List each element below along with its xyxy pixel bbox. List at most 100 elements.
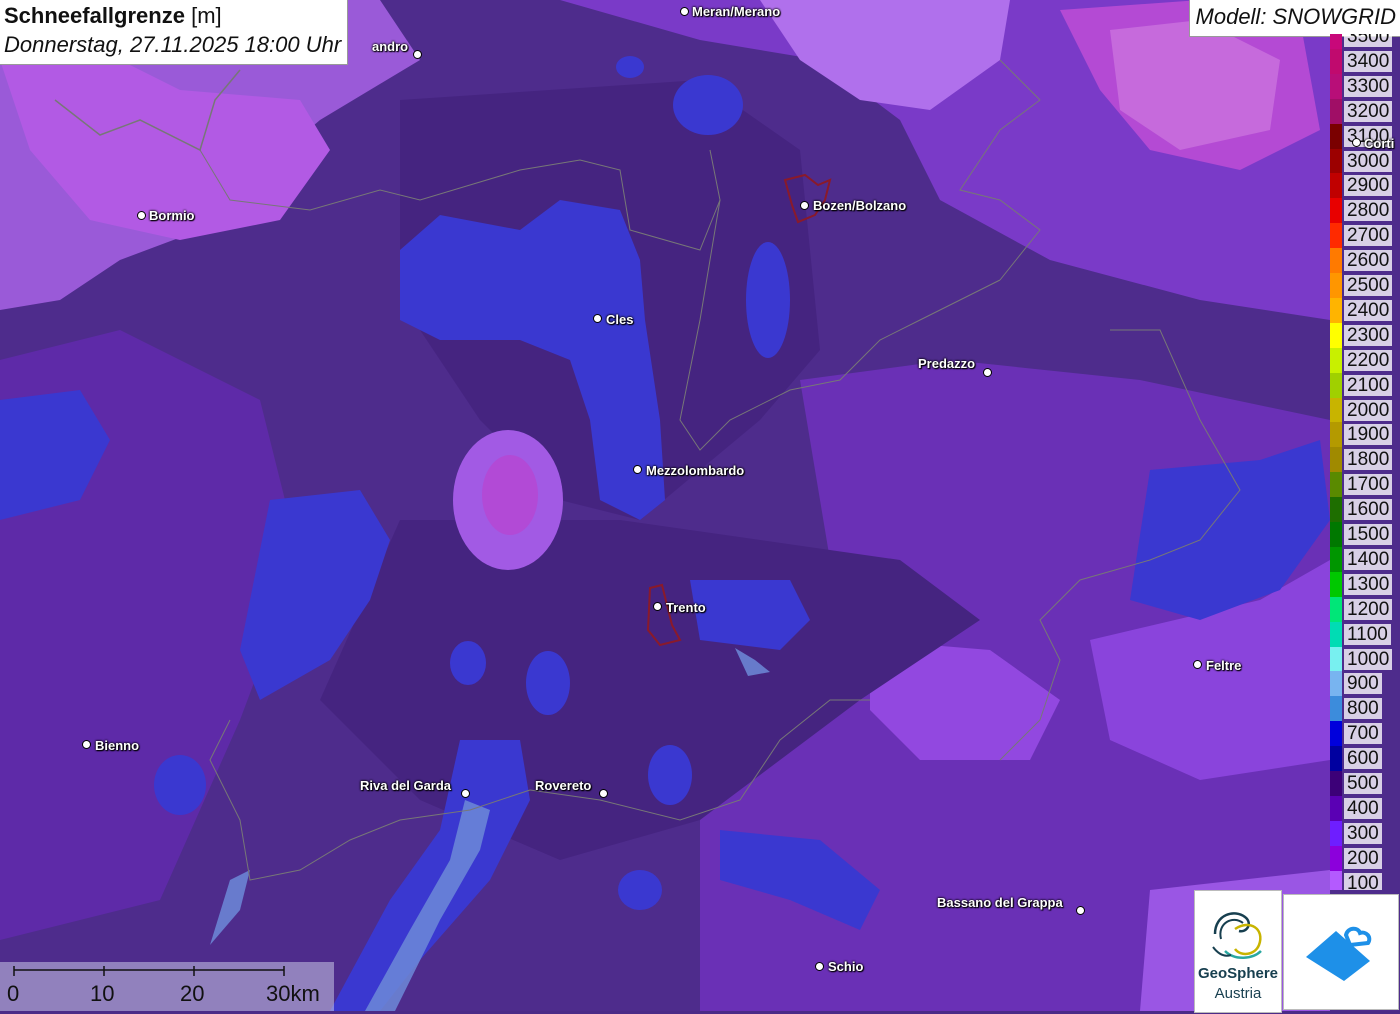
legend-label: 1900	[1344, 424, 1393, 446]
legend-swatch	[1330, 248, 1342, 274]
legend-swatch	[1330, 123, 1342, 149]
title-parameter: Schneefallgrenze	[4, 3, 185, 28]
legend-swatch	[1330, 646, 1342, 672]
legend-entry: 900	[1328, 671, 1400, 697]
legend-swatch	[1330, 522, 1342, 547]
city-marker[interactable]	[1076, 906, 1085, 915]
legend-swatch	[1330, 447, 1342, 473]
legend-label: 2800	[1344, 200, 1393, 222]
city-label[interactable]: Meran/Merano	[692, 4, 780, 19]
legend-swatch	[1330, 34, 1342, 49]
city-label[interactable]: Rovereto	[535, 778, 591, 793]
legend-swatch	[1330, 571, 1342, 597]
legend-entry: 2900	[1328, 173, 1400, 199]
legend-swatch	[1330, 273, 1342, 298]
legend-label: 300	[1344, 822, 1382, 844]
legend-entry: 600	[1328, 746, 1400, 772]
city-marker[interactable]	[653, 602, 662, 611]
city-label[interactable]: Riva del Garda	[360, 778, 451, 793]
partner-logo[interactable]	[1283, 894, 1399, 1010]
legend-entry: 1800	[1328, 447, 1400, 473]
scale-label: 10	[90, 981, 115, 1006]
legend-label: 200	[1344, 847, 1382, 869]
legend-swatch	[1330, 546, 1342, 572]
city-marker[interactable]	[1352, 138, 1361, 147]
legend-label: 3200	[1344, 100, 1393, 122]
legend-swatch	[1330, 73, 1342, 99]
legend-swatch	[1330, 198, 1342, 224]
legend-swatch	[1330, 297, 1342, 323]
city-label[interactable]: Predazzo	[918, 356, 975, 371]
city-marker[interactable]	[137, 211, 146, 220]
legend-label: 700	[1344, 723, 1382, 745]
legend-entry: 1700	[1328, 472, 1400, 498]
legend-entry: 2800	[1328, 198, 1400, 224]
legend-swatch	[1330, 397, 1342, 423]
title-unit: [m]	[191, 3, 222, 28]
legend-label: 2400	[1344, 299, 1393, 321]
legend-entry: 1400	[1328, 546, 1400, 572]
scale-label: 20	[180, 981, 205, 1006]
city-label[interactable]: Bozen/Bolzano	[813, 198, 906, 213]
legend-label: 3500	[1344, 34, 1393, 47]
map-datetime: Donnerstag, 27.11.2025 18:00 Uhr	[4, 32, 342, 57]
city-marker[interactable]	[599, 789, 608, 798]
city-marker[interactable]	[1193, 660, 1202, 669]
legend-entry: 3400	[1328, 48, 1400, 74]
geosphere-austria-logo[interactable]: GeoSphere Austria	[1194, 890, 1282, 1013]
legend-swatch	[1330, 472, 1342, 498]
legend-label: 1800	[1344, 449, 1393, 471]
city-marker[interactable]	[633, 465, 642, 474]
map-region-blue	[526, 651, 570, 715]
city-marker[interactable]	[413, 50, 422, 59]
legend-swatch	[1330, 771, 1342, 796]
legend-swatch	[1330, 721, 1342, 747]
city-label[interactable]: Schio	[828, 959, 863, 974]
legend-label: 500	[1344, 773, 1382, 794]
city-label[interactable]: andro	[372, 39, 408, 54]
legend-label: 2900	[1344, 175, 1393, 197]
city-marker[interactable]	[593, 314, 602, 323]
scale-label: 30km	[266, 981, 320, 1006]
legend-entry: 3300	[1328, 73, 1400, 99]
legend-swatch	[1330, 845, 1342, 871]
legend-label: 3400	[1344, 50, 1393, 72]
model-label: Modell: SNOWGRID	[1188, 0, 1400, 37]
map-region-blue	[450, 641, 486, 685]
geosphere-logo-line2: Austria	[1214, 985, 1262, 1002]
city-label[interactable]: Trento	[666, 600, 706, 615]
city-marker[interactable]	[82, 740, 91, 749]
legend-entry: 500	[1328, 771, 1400, 796]
legend-swatch	[1330, 148, 1342, 174]
legend-swatch	[1330, 372, 1342, 398]
snowfall-limit-map[interactable]	[0, 0, 1400, 1011]
map-region-blue	[673, 75, 743, 135]
legend-entry: 1500	[1328, 522, 1400, 547]
city-marker[interactable]	[983, 368, 992, 377]
legend-entry: 2400	[1328, 297, 1400, 323]
city-marker[interactable]	[461, 789, 470, 798]
legend-entry: 2600	[1328, 248, 1400, 274]
city-label[interactable]: Cles	[606, 312, 633, 327]
legend-label: 1100	[1344, 623, 1391, 645]
city-marker[interactable]	[680, 7, 689, 16]
city-marker[interactable]	[800, 201, 809, 210]
map-region-blue	[154, 755, 206, 815]
legend-label: 3000	[1344, 150, 1393, 172]
geosphere-logo-line1: GeoSphere	[1197, 965, 1279, 982]
legend-entry: 1100	[1328, 621, 1400, 647]
legend-label: 1200	[1344, 598, 1393, 620]
city-label[interactable]: Feltre	[1206, 658, 1241, 673]
legend-swatch	[1330, 795, 1342, 821]
map-region-blue	[616, 56, 644, 78]
legend-entry: 400	[1328, 795, 1400, 821]
city-label[interactable]: Bormio	[149, 208, 195, 223]
city-marker[interactable]	[815, 962, 824, 971]
legend-label: 1400	[1344, 548, 1393, 570]
city-label[interactable]: Bassano del Grappa	[937, 895, 1063, 910]
city-label[interactable]: Bienno	[95, 738, 139, 753]
legend-label: 900	[1344, 673, 1382, 695]
legend-entry: 800	[1328, 696, 1400, 722]
city-label[interactable]: Mezzolombardo	[646, 463, 744, 478]
city-label[interactable]: Corti	[1364, 136, 1394, 151]
